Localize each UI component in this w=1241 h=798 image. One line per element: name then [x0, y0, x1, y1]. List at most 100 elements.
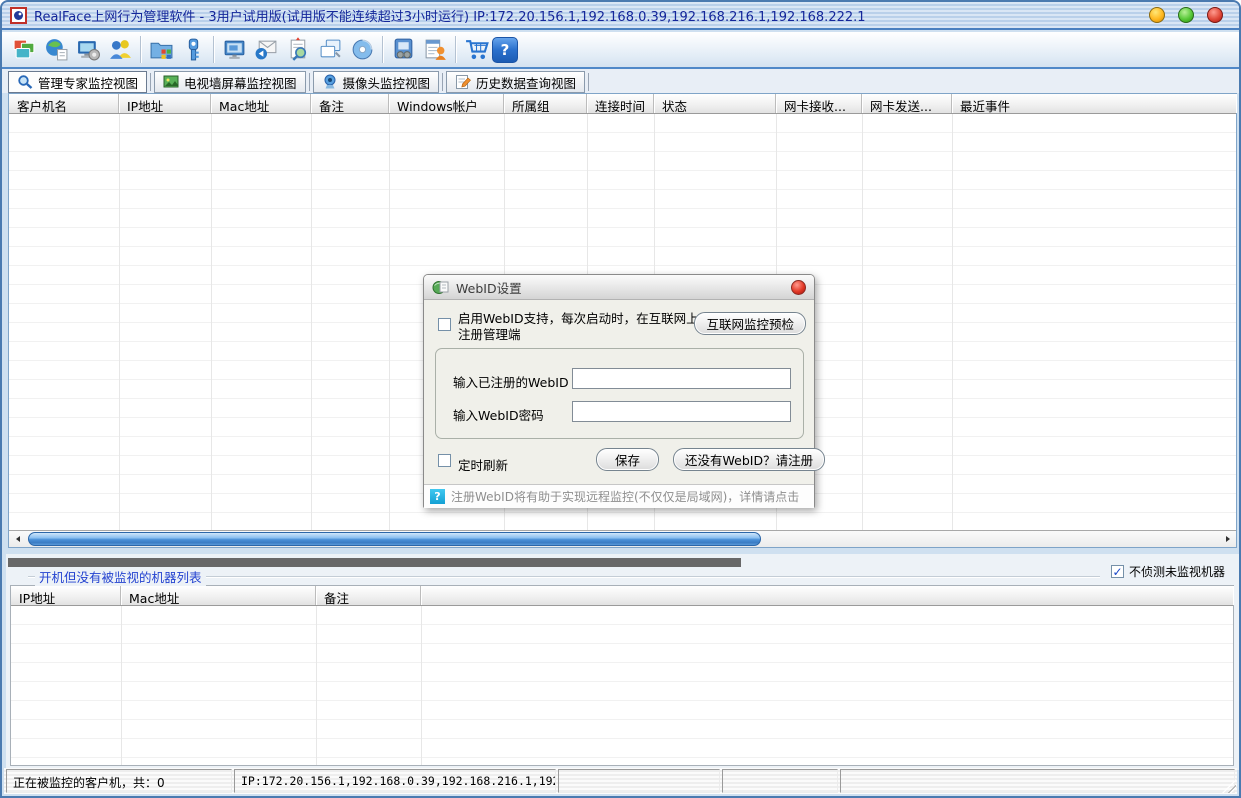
column-header-nic-recv[interactable]: 网卡接收... [776, 94, 862, 113]
dialog-title-bar[interactable]: WebID设置 [424, 275, 814, 300]
help-button[interactable] [492, 37, 518, 63]
status-ip-list: IP:172.20.156.1,192.168.0.39,192.168.216… [234, 769, 556, 793]
column-header-note[interactable]: 备注 [316, 586, 421, 605]
monitor-search-icon [17, 74, 33, 90]
status-panel-empty [722, 769, 838, 793]
unmonitored-group-title: 开机但没有被监视的机器列表 [35, 567, 206, 586]
internet-precheck-button[interactable]: 互联网监控预检 [694, 312, 806, 335]
tab-separator [442, 73, 443, 91]
document-search-button[interactable] [282, 34, 314, 66]
column-header-group[interactable]: 所属组 [504, 94, 587, 113]
detect-unmonitored-label[interactable]: 不侦测未监视机器 [1129, 563, 1225, 580]
usb-key-button[interactable] [177, 34, 209, 66]
mail-reply-icon [254, 37, 279, 62]
users-icon [108, 37, 133, 62]
tab-label: 历史数据查询视图 [476, 73, 576, 92]
dialog-title: WebID设置 [456, 278, 522, 297]
shopping-cart-icon [464, 37, 489, 62]
splitter-bar[interactable] [8, 558, 741, 567]
windows-layers-icon [12, 37, 37, 62]
windows-layers-button[interactable] [8, 34, 40, 66]
monitor-config-icon [76, 37, 101, 62]
dialog-close-button[interactable] [791, 280, 806, 295]
column-header-windows-account[interactable]: Windows帐户 [389, 94, 504, 113]
unmonitored-table: IP地址 Mac地址 备注 [10, 585, 1234, 766]
tab-tv-wall[interactable]: 电视墙屏幕监控视图 [154, 71, 306, 93]
monitor-config-button[interactable] [72, 34, 104, 66]
tab-label: 管理专家监控视图 [38, 73, 138, 92]
tab-separator [588, 73, 589, 91]
column-header-mac[interactable]: Mac地址 [121, 586, 316, 605]
remote-desktop-icon [222, 37, 247, 62]
tab-history[interactable]: 历史数据查询视图 [446, 71, 585, 93]
dialog-help-text[interactable]: 注册WebID将有助于实现远程监控(不仅仅是局域网)，详情请点击 [451, 488, 799, 505]
folder-apps-button[interactable] [145, 34, 177, 66]
timed-refresh-checkbox[interactable] [438, 454, 451, 467]
column-header-connect-time[interactable]: 连接时间 [587, 94, 654, 113]
column-header-ip[interactable]: IP地址 [11, 586, 121, 605]
column-header-client-name[interactable]: 客户机名 [9, 94, 119, 113]
minimize-button[interactable] [1149, 7, 1165, 23]
tab-separator [309, 73, 310, 91]
column-header-status[interactable]: 状态 [654, 94, 776, 113]
tab-camera[interactable]: 摄像头监控视图 [313, 71, 440, 93]
maximize-button[interactable] [1178, 7, 1194, 23]
horizontal-scrollbar[interactable] [9, 530, 1236, 547]
left-triangle-icon [14, 535, 22, 543]
webid-input[interactable] [572, 368, 791, 389]
scroll-left-arrow[interactable] [9, 531, 26, 547]
right-triangle-icon [1224, 535, 1232, 543]
user-list-button[interactable] [419, 34, 451, 66]
column-header-mac[interactable]: Mac地址 [211, 94, 311, 113]
register-webid-button[interactable]: 还没有WebID？请注册 [673, 448, 825, 471]
usb-key-icon [181, 37, 206, 62]
document-search-icon [286, 37, 311, 62]
column-header-nic-send[interactable]: 网卡发送... [862, 94, 952, 113]
webid-fields-groupbox: 输入已注册的WebID 输入WebID密码 [435, 348, 804, 439]
save-button[interactable]: 保存 [596, 448, 659, 471]
enable-webid-checkbox[interactable] [438, 318, 451, 331]
close-button[interactable] [1207, 7, 1223, 23]
column-header-empty[interactable] [421, 586, 1233, 605]
toolbar-separator [140, 36, 141, 63]
unmonitored-table-body [11, 606, 1233, 765]
toolbar-separator [213, 36, 214, 63]
column-header-note[interactable]: 备注 [311, 94, 389, 113]
tab-bar: 管理专家监控视图 电视墙屏幕监控视图 摄像头监控视图 [2, 69, 1239, 93]
unmonitored-machines-section: 开机但没有被监视的机器列表 不侦测未监视机器 IP地址 Mac地址 备注 [6, 554, 1239, 770]
globe-doc-icon [432, 279, 449, 296]
tab-separator [150, 73, 151, 91]
toolbar-separator [382, 36, 383, 63]
history-doc-icon [455, 74, 471, 90]
timed-refresh-label[interactable]: 定时刷新 [458, 455, 508, 474]
unmonitored-table-header: IP地址 Mac地址 备注 [11, 586, 1233, 606]
column-header-ip[interactable]: IP地址 [119, 94, 211, 113]
main-table-header: 客户机名 IP地址 Mac地址 备注 Windows帐户 所属组 连接时间 状态… [9, 94, 1236, 114]
address-book-button[interactable] [387, 34, 419, 66]
cd-disk-button[interactable] [346, 34, 378, 66]
camera-icon [322, 74, 338, 90]
toolbar [2, 32, 1239, 69]
app-logo-icon [10, 7, 27, 24]
shopping-cart-button[interactable] [460, 34, 492, 66]
address-book-icon [391, 37, 416, 62]
users-button[interactable] [104, 34, 136, 66]
webid-password-input[interactable] [572, 401, 791, 422]
tab-label: 电视墙屏幕监控视图 [184, 73, 297, 92]
scroll-right-arrow[interactable] [1219, 531, 1236, 547]
globe-settings-icon [44, 37, 69, 62]
cd-disk-icon [350, 37, 375, 62]
remote-desktop-button[interactable] [218, 34, 250, 66]
tab-monitor-expert[interactable]: 管理专家监控视图 [8, 71, 147, 93]
toolbar-separator [455, 36, 456, 63]
globe-settings-button[interactable] [40, 34, 72, 66]
user-list-icon [423, 37, 448, 62]
scrollbar-thumb[interactable] [28, 532, 761, 546]
title-bar[interactable]: RealFace上网行为管理软件 - 3用户试用版(试用版不能连续超过3小时运行… [2, 2, 1239, 30]
column-header-recent-event[interactable]: 最近事件 [952, 94, 1236, 113]
detect-unmonitored-checkbox[interactable] [1111, 565, 1124, 578]
window-copy-button[interactable] [314, 34, 346, 66]
mail-reply-button[interactable] [250, 34, 282, 66]
status-panel-empty [558, 769, 720, 793]
enable-webid-label[interactable]: 启用WebID支持，每次启动时，在互联网上注册管理端 [458, 311, 710, 343]
